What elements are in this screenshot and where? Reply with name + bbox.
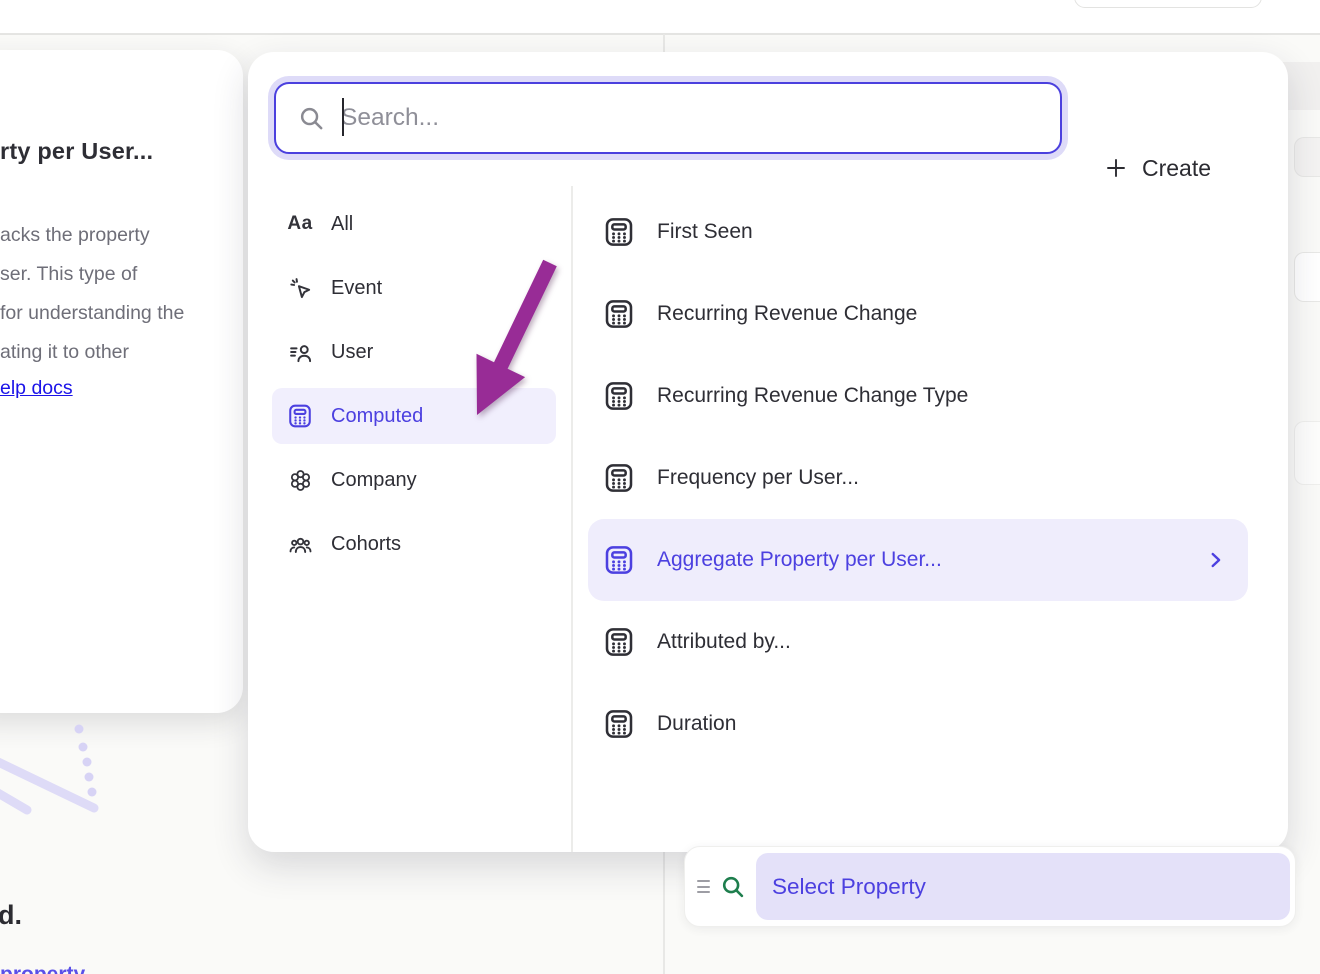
calculator-icon (603, 298, 635, 330)
tooltip-line: ser. This type of (0, 255, 184, 294)
cut-off-button-fragment (1074, 0, 1262, 8)
property-picker-modal: Create Aa All Event (248, 52, 1288, 852)
property-item-label: Frequency per User... (657, 466, 859, 490)
create-button[interactable]: Create (1104, 138, 1211, 198)
tooltip-description: acks the property ser. This type of for … (0, 216, 184, 372)
property-selector-row: Select Property (684, 846, 1296, 927)
property-item-label: Duration (657, 712, 736, 736)
category-label: Company (331, 469, 417, 492)
drag-handle-icon[interactable] (697, 880, 710, 893)
property-item-duration[interactable]: Duration (588, 683, 1248, 765)
tooltip-line: ating it to other (0, 333, 184, 372)
category-tab-all[interactable]: Aa All (272, 196, 556, 252)
text-format-icon: Aa (286, 213, 314, 235)
property-item-label: Aggregate Property per User... (657, 548, 942, 572)
category-label: Event (331, 277, 382, 300)
create-button-label: Create (1142, 155, 1211, 182)
search-input[interactable] (325, 104, 1060, 132)
calculator-icon (603, 544, 635, 576)
property-item-label: Recurring Revenue Change (657, 302, 917, 326)
calculator-icon (286, 403, 314, 429)
property-item-aggregate-property-per-user[interactable]: Aggregate Property per User... (588, 519, 1248, 601)
select-property-button[interactable]: Select Property (756, 853, 1290, 920)
select-property-label: Select Property (772, 874, 926, 900)
tooltip-line: for understanding the (0, 294, 184, 333)
background-card-fragment (1294, 421, 1320, 485)
category-label: Cohorts (331, 533, 401, 556)
property-item-recurring-revenue-change-type[interactable]: Recurring Revenue Change Type (588, 355, 1248, 437)
calculator-icon (603, 708, 635, 740)
property-list: First Seen Recurring Revenue Change Recu… (588, 191, 1248, 765)
property-item-frequency-per-user[interactable]: Frequency per User... (588, 437, 1248, 519)
category-tab-cohorts[interactable]: Cohorts (272, 516, 556, 572)
decorative-illustration (0, 712, 120, 822)
text-caret (342, 98, 344, 136)
search-icon (298, 105, 325, 132)
property-item-label: First Seen (657, 220, 753, 244)
cut-off-heading: d. (0, 900, 22, 931)
category-label: Computed (331, 405, 423, 428)
property-item-recurring-revenue-change[interactable]: Recurring Revenue Change (588, 273, 1248, 355)
property-item-attributed-by[interactable]: Attributed by... (588, 601, 1248, 683)
chevron-right-icon (1204, 549, 1226, 571)
background-card-fragment (1294, 137, 1320, 177)
property-item-label: Recurring Revenue Change Type (657, 384, 968, 408)
category-label: All (331, 213, 353, 236)
annotation-arrow (440, 250, 580, 430)
background-card-fragment (1294, 252, 1320, 302)
calculator-icon (603, 462, 635, 494)
calculator-icon (603, 216, 635, 248)
tooltip-line: acks the property (0, 216, 184, 255)
search-bar (268, 76, 1068, 160)
app-background: rty per User... acks the property ser. T… (0, 0, 1320, 974)
plus-icon (1104, 156, 1128, 180)
calculator-icon (603, 380, 635, 412)
cut-off-link-text[interactable]: property (0, 963, 85, 974)
user-list-icon (286, 340, 314, 365)
cursor-click-icon (286, 276, 314, 301)
top-divider (0, 33, 1320, 35)
category-tab-company[interactable]: Company (272, 452, 556, 508)
tooltip-title: rty per User... (0, 138, 153, 165)
category-label: User (331, 341, 373, 364)
help-docs-link[interactable]: elp docs (0, 377, 73, 400)
property-search-icon (720, 874, 746, 900)
company-cluster-icon (286, 468, 314, 493)
property-tooltip: rty per User... acks the property ser. T… (0, 50, 243, 713)
property-item-first-seen[interactable]: First Seen (588, 191, 1248, 273)
calculator-icon (603, 626, 635, 658)
property-item-label: Attributed by... (657, 630, 791, 654)
cohorts-people-icon (286, 532, 314, 557)
search-field[interactable] (274, 82, 1062, 154)
